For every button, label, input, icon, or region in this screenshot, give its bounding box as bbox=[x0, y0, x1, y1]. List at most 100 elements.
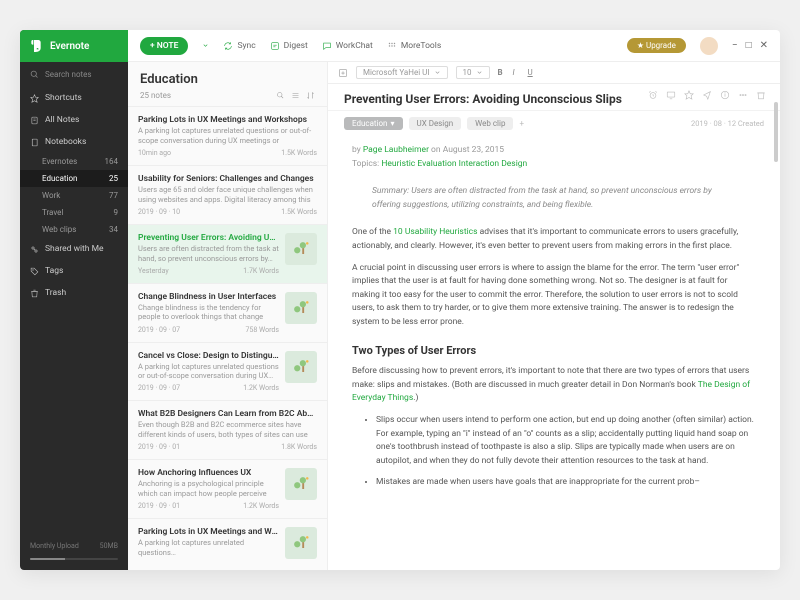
chevron-down-icon[interactable] bbox=[202, 42, 209, 49]
sidebar: Evernote Search notes Shortcuts All Note… bbox=[20, 30, 128, 570]
created-date: 2019 · 08 · 12 Created bbox=[691, 119, 764, 128]
search-icon bbox=[30, 70, 39, 79]
note-thumbnail bbox=[285, 468, 317, 500]
delete-icon[interactable] bbox=[756, 90, 766, 100]
note-thumbnail bbox=[285, 233, 317, 265]
notebook-web-clips[interactable]: Web clips34 bbox=[20, 221, 128, 238]
share-icon bbox=[30, 245, 39, 254]
sidebar-item-shared[interactable]: Shared with Me bbox=[20, 238, 128, 260]
underline-button[interactable]: U bbox=[528, 68, 537, 77]
notes-icon bbox=[30, 116, 39, 125]
info-icon[interactable] bbox=[720, 90, 730, 100]
note-item[interactable]: Preventing User Errors: Avoiding Uncons…… bbox=[128, 224, 327, 283]
list-item: Slips occur when users intend to perform… bbox=[376, 414, 756, 468]
notebook-work[interactable]: Work77 bbox=[20, 187, 128, 204]
search-input[interactable]: Search notes bbox=[20, 62, 128, 87]
scrollbar[interactable] bbox=[774, 102, 778, 162]
reminder-icon[interactable] bbox=[648, 90, 658, 100]
star-icon bbox=[30, 94, 39, 103]
heuristics-link[interactable]: 10 Usability Heuristics bbox=[393, 227, 477, 237]
grid-icon bbox=[387, 41, 397, 51]
note-item[interactable]: Parking Lots in UX Meetings and Worksh…A… bbox=[128, 518, 327, 569]
note-thumbnail bbox=[285, 292, 317, 324]
present-icon[interactable] bbox=[666, 90, 676, 100]
brand-header[interactable]: Evernote bbox=[20, 30, 128, 62]
note-item[interactable]: Parking Lots in UX Meetings and Workshop… bbox=[128, 106, 327, 165]
paragraph: A crucial point in discussing user error… bbox=[352, 262, 756, 330]
list-item: Mistakes are made when users have goals … bbox=[376, 476, 756, 490]
note-action-bar bbox=[648, 90, 766, 100]
evernote-logo-icon bbox=[28, 38, 44, 54]
tag-row: Education ▾ UX Design Web clip + 2019 · … bbox=[328, 111, 780, 136]
note-thumbnail bbox=[285, 351, 317, 383]
summary: Summary: Users are often distracted from… bbox=[352, 179, 756, 218]
note-item[interactable]: What B2B Designers Can Learn from B2C Ab… bbox=[128, 400, 327, 459]
tag-web-clip[interactable]: Web clip bbox=[467, 117, 513, 130]
chevron-down-icon bbox=[434, 69, 441, 76]
sidebar-item-trash[interactable]: Trash bbox=[20, 282, 128, 304]
brand-name: Evernote bbox=[50, 41, 89, 52]
note-item[interactable]: Usability for Seniors: Challenges and Ch… bbox=[128, 165, 327, 224]
sidebar-item-notebooks[interactable]: Notebooks bbox=[20, 131, 128, 153]
editor-panel: Microsoft YaHei UI 10 B I U Preventing U… bbox=[328, 62, 780, 570]
note-item[interactable]: Change Blindness in User InterfacesChang… bbox=[128, 283, 327, 342]
chevron-down-icon bbox=[476, 69, 483, 76]
maximize-button[interactable]: □ bbox=[746, 40, 752, 51]
search-placeholder: Search notes bbox=[45, 70, 92, 79]
topic-link[interactable]: Heuristic Evaluation bbox=[381, 159, 456, 169]
add-tag-button[interactable]: + bbox=[519, 119, 524, 128]
upload-progress-bar bbox=[30, 558, 118, 560]
notebook-tag[interactable]: Education ▾ bbox=[344, 117, 403, 130]
note-item[interactable]: Cancel vs Close: Design to Distinguish…A… bbox=[128, 342, 327, 401]
sort-icon[interactable] bbox=[306, 91, 315, 100]
upload-footer: Monthly Upload 50MB bbox=[20, 534, 128, 558]
note-list[interactable]: Parking Lots in UX Meetings and Workshop… bbox=[128, 106, 327, 570]
notebook-evernotes[interactable]: Evernotes164 bbox=[20, 153, 128, 170]
sync-icon bbox=[223, 41, 233, 51]
new-note-button[interactable]: + NOTE bbox=[140, 37, 188, 55]
font-select[interactable]: Microsoft YaHei UI bbox=[356, 66, 448, 79]
notes-list-panel: Education 25 notes Parking Lots in UX Me… bbox=[128, 62, 328, 570]
app-window: Evernote Search notes Shortcuts All Note… bbox=[20, 30, 780, 570]
sidebar-item-all-notes[interactable]: All Notes bbox=[20, 109, 128, 131]
author-link[interactable]: Page Laubheimer bbox=[363, 145, 429, 155]
digest-button[interactable]: Digest bbox=[270, 41, 308, 51]
window-controls: − □ ✕ bbox=[732, 40, 768, 51]
format-toolbar: Microsoft YaHei UI 10 B I U bbox=[328, 62, 780, 84]
notes-title: Education bbox=[140, 72, 315, 87]
note-thumbnail bbox=[285, 527, 317, 559]
share-note-icon[interactable] bbox=[702, 90, 712, 100]
sidebar-item-shortcuts[interactable]: Shortcuts bbox=[20, 87, 128, 109]
italic-button[interactable]: I bbox=[513, 68, 522, 77]
main-panel: + NOTE Sync Digest WorkChat MoreTools ★ … bbox=[128, 30, 780, 570]
sync-button[interactable]: Sync bbox=[223, 41, 255, 51]
insert-icon[interactable] bbox=[338, 68, 348, 78]
tag-icon bbox=[30, 267, 39, 276]
notebook-icon bbox=[30, 138, 39, 147]
tag-ux-design[interactable]: UX Design bbox=[409, 117, 462, 130]
topic-link[interactable]: Interaction Design bbox=[459, 159, 528, 169]
heading: Two Types of User Errors bbox=[352, 342, 756, 360]
workchat-button[interactable]: WorkChat bbox=[322, 41, 373, 51]
list-view-icon[interactable] bbox=[291, 91, 300, 100]
notebook-travel[interactable]: Travel9 bbox=[20, 204, 128, 221]
byline: by Page Laubheimer on August 23, 2015 To… bbox=[352, 144, 756, 171]
digest-icon bbox=[270, 41, 280, 51]
minimize-button[interactable]: − bbox=[732, 40, 738, 51]
upgrade-button[interactable]: ★ Upgrade bbox=[627, 38, 686, 53]
size-select[interactable]: 10 bbox=[456, 66, 490, 79]
bold-button[interactable]: B bbox=[498, 68, 507, 77]
avatar[interactable] bbox=[700, 37, 718, 55]
sidebar-item-tags[interactable]: Tags bbox=[20, 260, 128, 282]
note-content[interactable]: by Page Laubheimer on August 23, 2015 To… bbox=[328, 136, 780, 570]
notebook-education[interactable]: Education25 bbox=[20, 170, 128, 187]
more-icon[interactable] bbox=[738, 90, 748, 100]
close-button[interactable]: ✕ bbox=[760, 40, 768, 51]
shortcut-icon[interactable] bbox=[684, 90, 694, 100]
note-item[interactable]: How Anchoring Influences UXAnchoring is … bbox=[128, 459, 327, 518]
chat-icon bbox=[322, 41, 332, 51]
paragraph: One of the 10 Usability Heuristics advis… bbox=[352, 226, 756, 253]
notes-count: 25 notes bbox=[140, 91, 171, 100]
search-icon[interactable] bbox=[276, 91, 285, 100]
more-tools-button[interactable]: MoreTools bbox=[387, 41, 441, 51]
